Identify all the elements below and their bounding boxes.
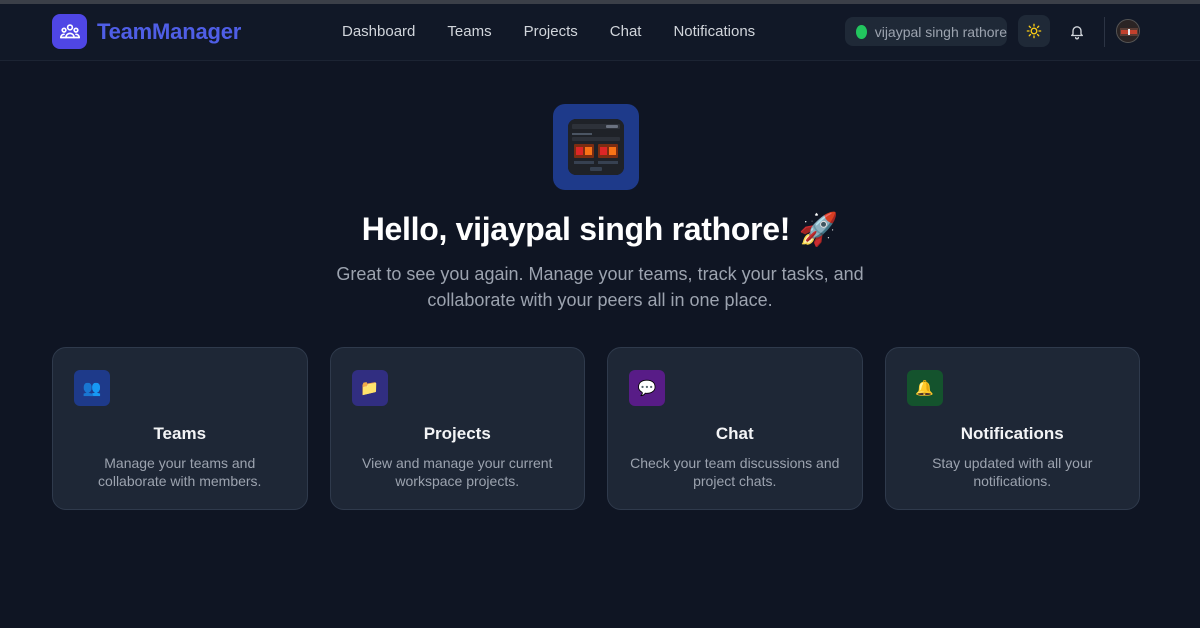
bell-icon (1071, 25, 1083, 39)
nav-dashboard[interactable]: Dashboard (326, 22, 431, 42)
user-status-pill[interactable]: vijaypal singh rathore (845, 17, 1007, 46)
user-avatar[interactable] (1116, 19, 1140, 43)
card-description: Manage your teams and collaborate with m… (98, 455, 262, 489)
team-logo-icon (52, 14, 87, 49)
sun-icon (1026, 23, 1042, 39)
online-status-dot (856, 24, 867, 39)
people-icon: 👥 (74, 370, 110, 406)
app-screenshot-thumbnail (568, 119, 624, 175)
feature-cards: 👥 Teams Manage your teams and collaborat… (52, 347, 1140, 510)
card-description: View and manage your current workspace p… (362, 455, 553, 489)
top-navbar: TeamManager Dashboard Teams Projects Cha… (0, 4, 1200, 61)
card-title: Projects (423, 424, 491, 443)
nav-projects[interactable]: Projects (508, 22, 594, 42)
nav-teams[interactable]: Teams (431, 22, 507, 42)
card-title: Chat (715, 424, 754, 443)
nav-notifications[interactable]: Notifications (657, 22, 771, 42)
brand-name: TeamManager (97, 18, 242, 44)
speech-bubble-icon: 💬 (629, 370, 665, 406)
welcome-subtitle: Great to see you again. Manage your team… (336, 264, 864, 310)
welcome-heading: Hello, vijaypal singh rathore! 🚀 (361, 211, 839, 247)
nav-chat[interactable]: Chat (594, 22, 658, 42)
card-description: Check your team discussions and project … (630, 455, 840, 489)
card-projects[interactable]: 📁 Projects View and manage your current … (329, 347, 585, 510)
brand-link[interactable]: TeamManager (52, 14, 241, 49)
theme-toggle-button[interactable] (1018, 15, 1050, 47)
notifications-button[interactable] (1063, 16, 1091, 46)
user-name: vijaypal singh rathore (874, 23, 1007, 40)
folder-icon: 📁 (351, 370, 388, 406)
header-divider (1104, 17, 1105, 47)
card-description: Stay updated with all your notifications… (932, 455, 1093, 489)
hero-image-badge (553, 104, 639, 190)
card-teams[interactable]: 👥 Teams Manage your teams and collaborat… (52, 347, 308, 510)
bell-icon: 🔔 (906, 370, 943, 406)
main-nav: Dashboard Teams Projects Chat Notificati… (326, 22, 771, 42)
card-title: Teams (153, 424, 207, 443)
card-notifications[interactable]: 🔔 Notifications Stay updated with all yo… (884, 347, 1140, 510)
card-chat[interactable]: 💬 Chat Check your team discussions and p… (607, 347, 863, 510)
card-title: Notifications (960, 424, 1064, 443)
